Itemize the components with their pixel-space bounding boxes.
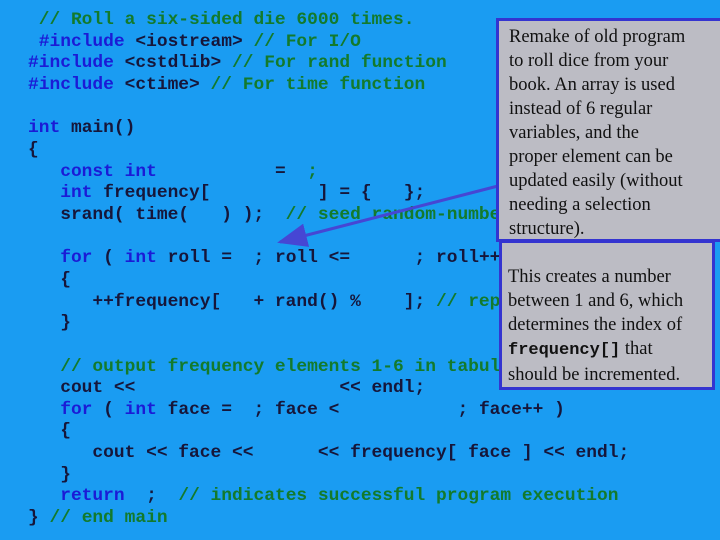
callout-line: needing a selection <box>509 195 651 215</box>
arrow-icon <box>277 184 499 247</box>
callout-line: proper element can be <box>509 147 673 167</box>
callout-line: This creates a number <box>508 267 671 287</box>
callout-line: determines the index of <box>508 315 683 335</box>
callout-line: instead of 6 regular <box>509 99 653 119</box>
callout-line: updated easily (without <box>509 171 683 191</box>
callout-code: frequency[] <box>508 341 621 360</box>
callout-array-note: Remake of old program to roll dice from y… <box>496 18 720 242</box>
callout-line: Remake of old program <box>509 27 686 47</box>
callout-text: that <box>620 339 653 359</box>
callout-line: variables, and the <box>509 123 639 143</box>
callout-line: structure). <box>509 219 585 239</box>
callout-line: book. An array is used <box>509 75 675 95</box>
callout-line: should be incremented. <box>508 365 681 385</box>
callout-rand-note: This creates a number between 1 and 6, w… <box>499 240 715 390</box>
callout-line: between 1 and 6, which <box>508 291 684 311</box>
callout-line: frequency[] that <box>508 337 712 363</box>
callout-line: to roll dice from your <box>509 51 669 71</box>
